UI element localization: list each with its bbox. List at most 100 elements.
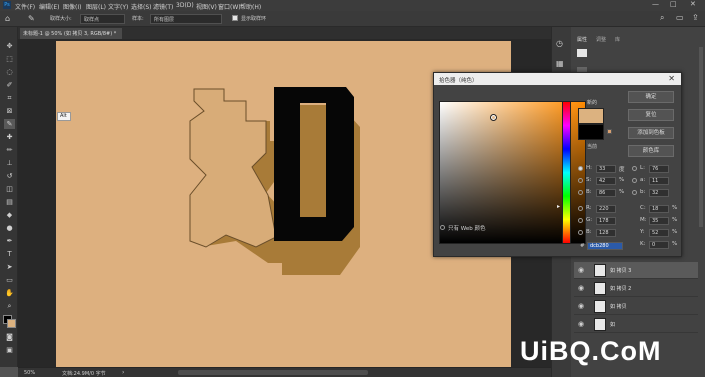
share-icon[interactable]: ⇪ xyxy=(692,13,699,22)
marquee-tool-icon[interactable]: ⬚ xyxy=(4,54,15,64)
web-only-checkbox[interactable] xyxy=(440,225,445,230)
layer-row-copy[interactable]: ◉ 如 拷贝 xyxy=(574,298,698,315)
path-select-icon[interactable]: ➤ xyxy=(4,262,15,272)
menu-edit[interactable]: 编辑(E) xyxy=(39,2,59,11)
hex-input[interactable]: dcb280 xyxy=(587,242,623,250)
minimize-icon[interactable]: — xyxy=(652,0,659,8)
current-color-swatch[interactable] xyxy=(578,124,604,140)
hue-slider[interactable] xyxy=(562,101,571,244)
m-label: M: xyxy=(640,217,647,223)
show-ring-checkbox[interactable] xyxy=(232,15,238,21)
web-safe-cube-icon[interactable] xyxy=(607,129,612,134)
document-tab[interactable]: 未标题-1 @ 50% (如 拷贝 3, RGB/8#) * xyxy=(20,28,122,39)
layer-name: 如 xyxy=(610,322,616,328)
blur-tool-icon[interactable]: ◆ xyxy=(4,210,15,220)
type-tool-icon[interactable]: T xyxy=(4,249,15,259)
l-input[interactable]: 76 xyxy=(649,165,669,173)
color-libraries-button[interactable]: 颜色库 xyxy=(628,145,674,157)
menu-filter[interactable]: 滤镜(T) xyxy=(153,2,173,11)
stamp-tool-icon[interactable]: ⊥ xyxy=(4,158,15,168)
dodge-tool-icon[interactable]: ● xyxy=(4,223,15,233)
a-radio[interactable] xyxy=(632,178,637,183)
menu-window[interactable]: 窗口(W) xyxy=(218,2,241,11)
visibility-eye-icon[interactable]: ◉ xyxy=(578,320,584,328)
menu-help[interactable]: 帮助(H) xyxy=(240,2,261,11)
r-input[interactable]: 220 xyxy=(596,205,616,213)
h-input[interactable]: 33 xyxy=(596,165,616,173)
menu-3d[interactable]: 3D(D) xyxy=(176,2,194,9)
hand-tool-icon[interactable]: ✋ xyxy=(4,288,15,298)
s-radio[interactable] xyxy=(578,178,583,183)
move-tool-icon[interactable]: ✥ xyxy=(4,41,15,51)
y-input[interactable]: 52 xyxy=(649,229,669,237)
zoom-level[interactable]: 50% xyxy=(24,370,35,376)
history-brush-icon[interactable]: ↺ xyxy=(4,171,15,181)
tab-libraries[interactable]: 库 xyxy=(615,36,620,43)
h-radio[interactable] xyxy=(578,166,583,171)
c-input[interactable]: 18 xyxy=(649,205,669,213)
visibility-eye-icon[interactable]: ◉ xyxy=(578,284,584,292)
menu-view[interactable]: 视图(V) xyxy=(196,2,217,11)
hue-slider-handle-icon[interactable]: ▸ xyxy=(557,203,560,210)
search-icon[interactable]: ⌕ xyxy=(660,13,664,23)
menu-file[interactable]: 文件(F) xyxy=(15,2,35,11)
color-cursor[interactable] xyxy=(490,114,497,121)
blue-input[interactable]: 128 xyxy=(596,229,616,237)
add-to-swatches-button[interactable]: 添加到色板 xyxy=(628,127,674,139)
menu-image[interactable]: 图像(I) xyxy=(63,2,81,11)
m-input[interactable]: 35 xyxy=(649,217,669,225)
blue-radio[interactable] xyxy=(578,230,583,235)
layer-row-base[interactable]: ◉ 如 xyxy=(574,316,698,333)
a-input[interactable]: 11 xyxy=(649,177,669,185)
crop-tool-icon[interactable]: ⌗ xyxy=(4,93,15,103)
gradient-tool-icon[interactable]: ▤ xyxy=(4,197,15,207)
l-radio[interactable] xyxy=(632,166,637,171)
swatches-panel-icon[interactable]: ▦ xyxy=(556,59,564,68)
brush-tool-icon[interactable]: ✏ xyxy=(4,145,15,155)
shape-tool-icon[interactable]: ▭ xyxy=(4,275,15,285)
maximize-icon[interactable]: □ xyxy=(670,0,677,8)
healing-tool-icon[interactable]: ✚ xyxy=(4,132,15,142)
history-panel-icon[interactable]: ◷ xyxy=(556,39,563,48)
menu-type[interactable]: 文字(Y) xyxy=(108,2,128,11)
layer-row-copy2[interactable]: ◉ 如 拷贝 2 xyxy=(574,280,698,297)
ok-button[interactable]: 确定 xyxy=(628,91,674,103)
reset-button[interactable]: 复位 xyxy=(628,109,674,121)
g-input[interactable]: 178 xyxy=(596,217,616,225)
lab-b-radio[interactable] xyxy=(632,190,637,195)
b-radio[interactable] xyxy=(578,190,583,195)
lasso-tool-icon[interactable]: ◌ xyxy=(4,67,15,77)
menu-layer[interactable]: 图层(L) xyxy=(86,2,106,11)
background-color-swatch[interactable] xyxy=(7,319,16,328)
zoom-tool-icon[interactable]: ⌕ xyxy=(4,301,15,311)
sample-size-select[interactable]: 取样点 xyxy=(80,14,125,24)
menu-select[interactable]: 选择(S) xyxy=(131,2,152,11)
b-input[interactable]: 86 xyxy=(596,189,616,197)
eraser-tool-icon[interactable]: ◫ xyxy=(4,184,15,194)
close-window-icon[interactable]: ✕ xyxy=(690,0,696,8)
panel-scrollbar[interactable] xyxy=(699,47,703,227)
g-radio[interactable] xyxy=(578,218,583,223)
tab-adjustments[interactable]: 调整 xyxy=(596,36,606,43)
workspace-icon[interactable]: ▭ xyxy=(676,13,684,22)
sample-layers-select[interactable]: 所有图层 xyxy=(150,14,222,24)
screen-mode-icon[interactable]: ▣ xyxy=(4,345,15,355)
visibility-eye-icon[interactable]: ◉ xyxy=(578,266,584,274)
home-icon[interactable]: ⌂ xyxy=(5,14,10,23)
eyedropper-tool-icon[interactable]: ✎ xyxy=(28,14,35,23)
quick-mask-icon[interactable]: ◙ xyxy=(4,332,15,342)
status-arrow-icon[interactable]: › xyxy=(122,369,124,376)
layer-row-copy3[interactable]: ◉ 如 拷贝 3 xyxy=(574,262,698,279)
eyedropper-icon[interactable]: ✎ xyxy=(4,119,15,129)
visibility-eye-icon[interactable]: ◉ xyxy=(578,302,584,310)
k-input[interactable]: 0 xyxy=(649,241,669,249)
horizontal-scrollbar[interactable] xyxy=(178,370,368,375)
lab-b-input[interactable]: 32 xyxy=(649,189,669,197)
tab-properties[interactable]: 属性 xyxy=(577,36,587,43)
s-input[interactable]: 42 xyxy=(596,177,616,185)
close-icon[interactable]: ✕ xyxy=(668,74,675,83)
frame-tool-icon[interactable]: ⊠ xyxy=(4,106,15,116)
pen-tool-icon[interactable]: ✒ xyxy=(4,236,15,246)
r-radio[interactable] xyxy=(578,206,583,211)
quick-select-icon[interactable]: ✐ xyxy=(4,80,15,90)
